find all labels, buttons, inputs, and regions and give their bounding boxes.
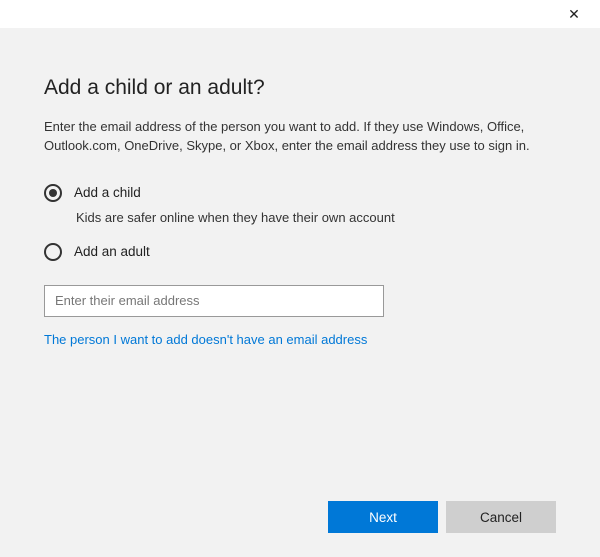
person-type-radio-group: Add a child Kids are safer online when t… bbox=[44, 184, 556, 261]
next-button[interactable]: Next bbox=[328, 501, 438, 533]
dialog-footer: Next Cancel bbox=[328, 501, 556, 533]
email-input[interactable] bbox=[44, 285, 384, 317]
titlebar: ✕ bbox=[0, 0, 600, 28]
close-button[interactable]: ✕ bbox=[560, 0, 588, 28]
radio-add-adult[interactable]: Add an adult bbox=[44, 243, 556, 261]
radio-adult-label: Add an adult bbox=[74, 244, 150, 259]
no-email-link[interactable]: The person I want to add doesn't have an… bbox=[44, 332, 367, 347]
radio-icon bbox=[44, 243, 62, 261]
close-icon: ✕ bbox=[568, 6, 580, 23]
radio-add-child[interactable]: Add a child bbox=[44, 184, 556, 202]
dialog-panel: Add a child or an adult? Enter the email… bbox=[0, 28, 600, 557]
radio-child-label: Add a child bbox=[74, 185, 141, 200]
child-hint-text: Kids are safer online when they have the… bbox=[76, 210, 556, 225]
description-text: Enter the email address of the person yo… bbox=[44, 118, 544, 156]
cancel-button[interactable]: Cancel bbox=[446, 501, 556, 533]
page-title: Add a child or an adult? bbox=[44, 76, 556, 100]
radio-dot-icon bbox=[49, 189, 57, 197]
radio-icon bbox=[44, 184, 62, 202]
